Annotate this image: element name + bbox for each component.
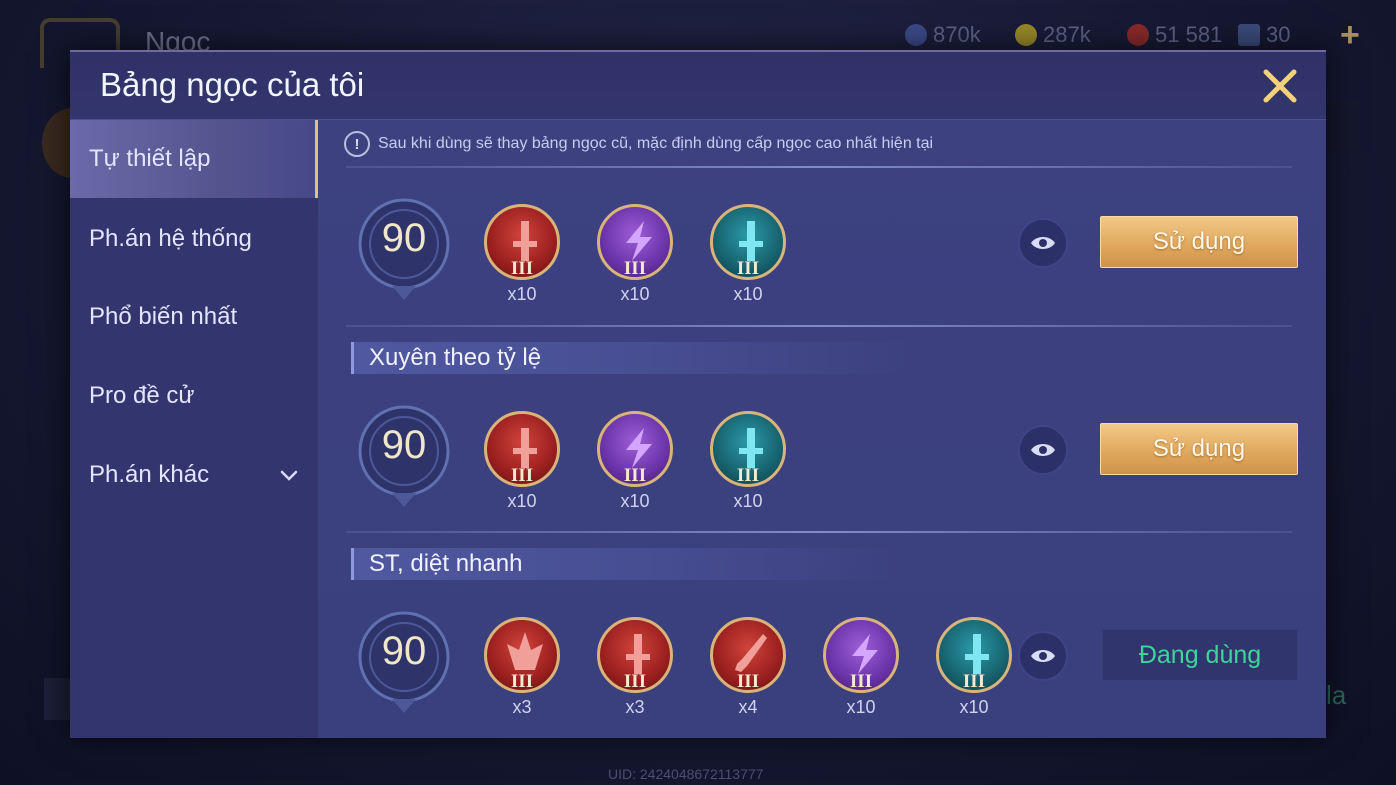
background-text: la bbox=[1326, 680, 1347, 710]
sidebar-item-label: Ph.án khác bbox=[89, 461, 210, 488]
gem-count: x10 bbox=[959, 697, 989, 717]
gem-count: x10 bbox=[733, 491, 763, 511]
preview-button[interactable] bbox=[1018, 425, 1068, 475]
gem-slot[interactable]: III x10 bbox=[934, 617, 1014, 729]
close-button[interactable] bbox=[1260, 66, 1300, 106]
background-panel bbox=[1326, 100, 1360, 152]
sidebar-item-label: Pro đề cử bbox=[89, 382, 195, 409]
currency-value: 287k bbox=[1043, 22, 1091, 47]
gem-count: x10 bbox=[620, 284, 650, 304]
gem-tier: III bbox=[510, 671, 534, 692]
sidebar-item-label: Ph.án hệ thống bbox=[89, 225, 252, 252]
gem-slot[interactable]: III x3 bbox=[482, 617, 562, 729]
gem-tier: III bbox=[736, 258, 760, 279]
red-gem-icon bbox=[1127, 24, 1149, 46]
blue-gem-icon bbox=[905, 24, 927, 46]
eye-icon bbox=[1031, 444, 1055, 456]
gem-tier: III bbox=[736, 465, 760, 486]
warning-icon: ! bbox=[344, 131, 370, 157]
currency-card: 30 bbox=[1238, 22, 1290, 48]
gem-count: x10 bbox=[507, 284, 537, 304]
sidebar-item-custom[interactable]: Tự thiết lập bbox=[70, 120, 318, 198]
sidebar-item-pro[interactable]: Pro đề cử bbox=[70, 357, 318, 435]
gem-tier: III bbox=[623, 258, 647, 279]
currency-red-gem: 51 581 bbox=[1127, 22, 1222, 48]
gem-slot[interactable]: III x10 bbox=[595, 411, 675, 523]
divider bbox=[346, 325, 1292, 327]
gem-tier: III bbox=[510, 465, 534, 486]
use-button[interactable]: Sử dụng bbox=[1100, 423, 1298, 475]
sidebar: Tự thiết lập Ph.án hệ thống Phổ biến nhấ… bbox=[70, 120, 318, 738]
sidebar-item-other[interactable]: Ph.án khác bbox=[70, 436, 318, 514]
gem-tier: III bbox=[736, 671, 760, 692]
gem-count: x3 bbox=[512, 697, 532, 717]
sidebar-item-popular[interactable]: Phổ biến nhất bbox=[70, 278, 318, 356]
gem-slot[interactable]: III x10 bbox=[482, 204, 562, 316]
chevron-down-icon bbox=[280, 470, 298, 481]
eye-icon bbox=[1031, 650, 1055, 662]
level-badge: 90 bbox=[356, 403, 452, 513]
level-value: 90 bbox=[381, 629, 427, 673]
add-currency-button[interactable]: + bbox=[1340, 16, 1360, 55]
gem-tier: III bbox=[962, 671, 986, 692]
preview-button[interactable] bbox=[1018, 631, 1068, 681]
gem-set-name: ST, diệt nhanh bbox=[351, 548, 911, 580]
notice: ! Sau khi dùng sẽ thay bảng ngọc cũ, mặc… bbox=[344, 131, 933, 157]
level-badge: 90 bbox=[356, 196, 452, 306]
gem-slot[interactable]: III x4 bbox=[708, 617, 788, 729]
gem-slot[interactable]: III x3 bbox=[595, 617, 675, 729]
sidebar-item-system[interactable]: Ph.án hệ thống bbox=[70, 200, 318, 278]
notice-text: Sau khi dùng sẽ thay bảng ngọc cũ, mặc đ… bbox=[378, 135, 934, 152]
gem-count: x3 bbox=[625, 697, 645, 717]
gem-count: x10 bbox=[846, 697, 876, 717]
divider bbox=[346, 166, 1292, 168]
level-value: 90 bbox=[381, 423, 427, 467]
gem-set-row: 90 III x3 III x3 III x4 III x10 III x10 … bbox=[318, 609, 1326, 729]
gold-coin-icon bbox=[1015, 24, 1037, 46]
uid-label: UID: 2424048672113777 bbox=[608, 766, 764, 782]
gem-set-row: 90 III x10 III x10 III x10 Sử dụng bbox=[318, 196, 1326, 316]
currency-value: 51 581 bbox=[1155, 22, 1223, 47]
modal-header: Bảng ngọc của tôi bbox=[70, 52, 1326, 120]
gem-count: x10 bbox=[507, 491, 537, 511]
divider bbox=[346, 531, 1292, 533]
gem-count: x10 bbox=[620, 491, 650, 511]
currency-value: 30 bbox=[1266, 22, 1291, 47]
currency-blue-gem: 870k bbox=[905, 22, 981, 48]
gem-set-row: 90 III x10 III x10 III x10 Sử dụng bbox=[318, 403, 1326, 523]
card-icon bbox=[1238, 24, 1260, 46]
gem-count: x10 bbox=[733, 284, 763, 304]
gem-count: x4 bbox=[738, 697, 758, 717]
gem-set-name: Xuyên theo tỷ lệ bbox=[351, 342, 911, 374]
gem-tier: III bbox=[510, 258, 534, 279]
gem-tier: III bbox=[623, 465, 647, 486]
eye-icon bbox=[1031, 237, 1055, 249]
close-icon bbox=[1263, 69, 1297, 103]
level-badge: 90 bbox=[356, 609, 452, 719]
gem-slot[interactable]: III x10 bbox=[595, 204, 675, 316]
gem-slot[interactable]: III x10 bbox=[821, 617, 901, 729]
gem-tier: III bbox=[623, 671, 647, 692]
modal-title: Bảng ngọc của tôi bbox=[100, 66, 365, 103]
my-gem-board-modal: Bảng ngọc của tôi Tự thiết lập Ph.án hệ … bbox=[70, 50, 1326, 738]
preview-button[interactable] bbox=[1018, 218, 1068, 268]
sidebar-item-label: Tự thiết lập bbox=[89, 145, 211, 172]
gem-slot[interactable]: III x10 bbox=[482, 411, 562, 523]
use-button[interactable]: Sử dụng bbox=[1100, 216, 1298, 268]
gem-set-list: ! Sau khi dùng sẽ thay bảng ngọc cũ, mặc… bbox=[318, 120, 1326, 738]
in-use-status: Đang dùng bbox=[1102, 629, 1298, 681]
gem-slot[interactable]: III x10 bbox=[708, 204, 788, 316]
currency-value: 870k bbox=[933, 22, 981, 47]
level-value: 90 bbox=[381, 216, 427, 260]
currency-gold-coin: 287k bbox=[1015, 22, 1091, 48]
gem-slot[interactable]: III x10 bbox=[708, 411, 788, 523]
gem-tier: III bbox=[849, 671, 873, 692]
sidebar-item-label: Phổ biến nhất bbox=[89, 303, 238, 330]
